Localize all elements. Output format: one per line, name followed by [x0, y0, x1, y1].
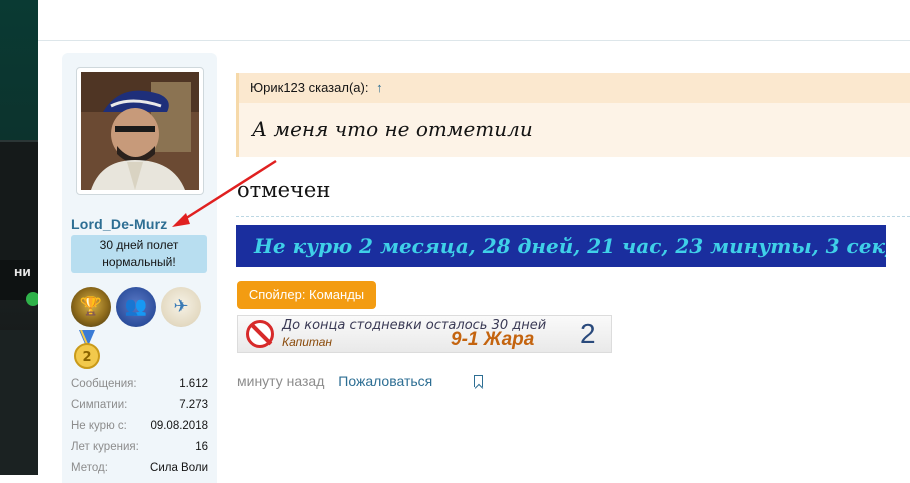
background-side-panel: НИ	[0, 0, 38, 475]
trophy-cup-icon[interactable]: 🏆	[71, 287, 111, 327]
stat-row: Симпатии: 7.273	[71, 399, 208, 411]
divider	[38, 40, 910, 41]
stat-row: Лет курения: 16	[71, 441, 208, 453]
counter-role: Капитан	[282, 335, 333, 349]
no-smoking-counter-banner: Не курю 2 месяца, 28 дней, 21 час, 23 ми…	[236, 225, 886, 267]
medal-2-icon[interactable]: 2	[71, 329, 103, 370]
quote-text: А меня что не отметили	[252, 117, 533, 141]
counter-team: 9-1 Жара	[451, 329, 535, 350]
user-info-panel: Lord_De-Murz 30 дней полет нормальный! 🏆…	[62, 53, 217, 483]
user-stats: Сообщения: 1.612 Симпатии: 7.273 Не курю…	[71, 374, 208, 479]
counter-number: 2	[580, 318, 596, 349]
spoiler-button[interactable]: Спойлер: Команды	[237, 281, 376, 309]
quote-author[interactable]: Юрик123 сказал(а):	[250, 80, 368, 95]
stat-row: Метод: Сила Воли	[71, 462, 208, 474]
signature-divider	[236, 216, 910, 217]
avatar[interactable]	[76, 67, 204, 195]
background-fragment: НИ	[14, 268, 31, 279]
post-meta: минуту назад Пожаловаться	[237, 373, 432, 389]
jump-to-quote-icon[interactable]: ↑	[376, 80, 383, 95]
bookmark-icon[interactable]	[474, 375, 483, 387]
stat-row: Сообщения: 1.612	[71, 378, 208, 390]
quote-header: Юрик123 сказал(а): ↑	[239, 73, 910, 103]
username-link[interactable]: Lord_De-Murz	[71, 216, 168, 232]
stat-row: Не курю с: 09.08.2018	[71, 420, 208, 432]
user-title-badge: 30 дней полет нормальный!	[71, 235, 207, 273]
post-text: отмечен	[237, 178, 331, 202]
svg-text:2: 2	[82, 350, 91, 365]
no-smoking-icon	[246, 320, 274, 348]
quote-block: Юрик123 сказал(а): ↑ А меня что не отмет…	[236, 73, 910, 157]
community-people-icon[interactable]: 👥	[116, 287, 156, 327]
airplane-icon[interactable]: ✈	[161, 287, 201, 327]
post-time[interactable]: минуту назад	[237, 373, 324, 389]
hundred-days-counter-banner: До конца стодневки осталось 30 дней Капи…	[237, 315, 612, 353]
report-link[interactable]: Пожаловаться	[338, 373, 432, 389]
